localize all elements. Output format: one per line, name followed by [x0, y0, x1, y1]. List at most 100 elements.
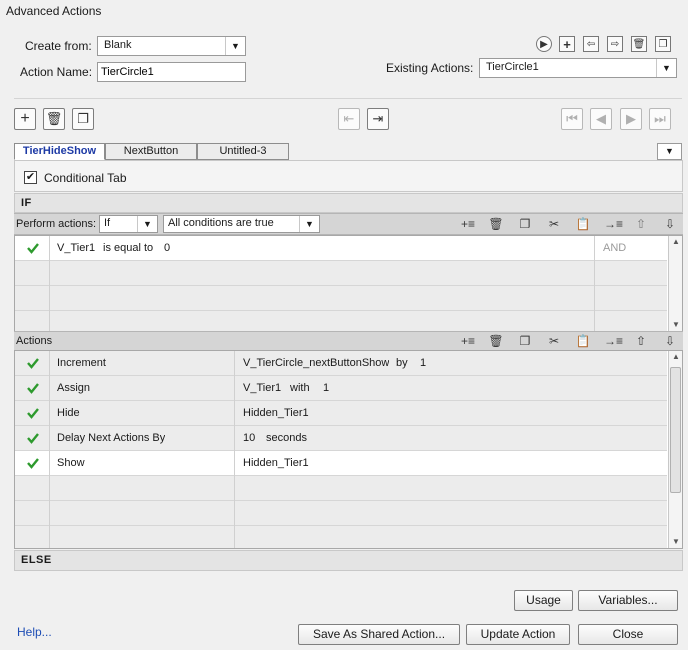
condition-value: 0 — [164, 242, 171, 254]
conditions-dropdown[interactable]: All conditions are true ▼ — [163, 215, 320, 233]
add-action-icon[interactable]: + — [559, 36, 575, 52]
check-icon — [27, 358, 39, 369]
existing-actions-value: TierCircle1 — [486, 61, 539, 73]
table-row[interactable] — [15, 311, 667, 332]
export-icon[interactable]: ⇨ — [607, 36, 623, 52]
delete-action-row-icon[interactable]: 🗑 — [488, 333, 504, 349]
close-button[interactable]: Close — [578, 624, 678, 645]
save-as-shared-action-button[interactable]: Save As Shared Action... — [298, 624, 460, 645]
cut-action-icon[interactable]: ✂ — [546, 333, 562, 349]
variables-button[interactable]: Variables... — [578, 590, 678, 611]
table-row[interactable]: Assign V_Tier1 with 1 — [15, 376, 667, 401]
tab-untitled-3[interactable]: Untitled-3 — [197, 143, 289, 160]
create-from-value: Blank — [104, 39, 132, 51]
move-tab-right-icon[interactable]: ⇥ — [367, 108, 389, 130]
divider — [14, 98, 682, 99]
table-row[interactable] — [15, 286, 667, 311]
else-label: ELSE — [21, 554, 52, 566]
table-row[interactable] — [15, 501, 667, 526]
action-target: V_Tier1 — [243, 382, 282, 394]
usage-button[interactable]: Usage — [514, 590, 573, 611]
previous-tab-icon[interactable]: ◀ — [590, 108, 612, 130]
import-icon[interactable]: ⇦ — [583, 36, 599, 52]
actions-bar: Actions +≡ 🗑 ❐ ✂ 📋 →≡ ⇧ ⇩ — [14, 331, 683, 351]
table-row[interactable]: Delay Next Actions By 10 seconds — [15, 426, 667, 451]
help-link[interactable]: Help... — [17, 625, 52, 639]
delete-tab-icon[interactable]: 🗑 — [43, 108, 65, 130]
action-target: Hidden_Tier1 — [243, 407, 309, 419]
action-name-field[interactable] — [97, 62, 246, 82]
column-divider — [49, 351, 50, 548]
insert-row-icon[interactable]: →≡ — [604, 216, 623, 232]
action-target: V_TierCircle_nextButtonShow — [243, 357, 390, 369]
move-tab-left-icon[interactable]: ⇤ — [338, 108, 360, 130]
scroll-down-icon[interactable]: ▼ — [669, 536, 683, 548]
perform-actions-label: Perform actions: — [16, 218, 97, 230]
table-row[interactable] — [15, 476, 667, 501]
update-action-button[interactable]: Update Action — [466, 624, 570, 645]
tab-tierhideshow[interactable]: TierHideShow — [14, 143, 105, 160]
table-row[interactable]: Hide Hidden_Tier1 — [15, 401, 667, 426]
condition-operator: is equal to — [103, 242, 154, 254]
conditional-tab-area: ✔ Conditional Tab — [14, 160, 683, 192]
move-action-down-icon[interactable]: ⇩ — [662, 333, 678, 349]
insert-action-icon[interactable]: +≡ — [460, 333, 476, 349]
scroll-thumb[interactable] — [670, 367, 681, 493]
check-icon — [27, 243, 39, 254]
actions-scrollbar[interactable]: ▲ ▼ — [668, 351, 682, 548]
add-tab-icon[interactable]: + — [14, 108, 36, 130]
chevron-down-icon: ▼ — [137, 216, 157, 232]
chevron-down-icon: ▼ — [225, 37, 245, 55]
if-label: IF — [21, 197, 32, 209]
window-title: Advanced Actions — [6, 4, 102, 18]
table-row[interactable]: Increment V_TierCircle_nextButtonShow by… — [15, 351, 667, 376]
insert-condition-icon[interactable]: +≡ — [460, 216, 476, 232]
preview-play-icon[interactable]: ▶ — [536, 36, 552, 52]
condition-logic: AND — [603, 242, 627, 254]
move-down-icon[interactable]: ⇩ — [662, 216, 678, 232]
conditions-scrollbar[interactable]: ▲ ▼ — [668, 236, 682, 331]
existing-actions-dropdown[interactable]: TierCircle1 ▼ — [479, 58, 677, 78]
delete-action-icon[interactable]: 🗑 — [631, 36, 647, 52]
delete-condition-icon[interactable]: 🗑 — [488, 216, 504, 232]
duplicate-action-icon[interactable]: ❐ — [655, 36, 671, 52]
action-name: Hide — [57, 407, 80, 419]
paste-action-icon[interactable]: 📋 — [575, 333, 591, 349]
check-icon — [27, 458, 39, 469]
cut-condition-icon[interactable]: ✂ — [546, 216, 562, 232]
last-tab-icon[interactable]: ⏭ — [649, 108, 671, 130]
table-row[interactable]: Show Hidden_Tier1 — [15, 451, 667, 476]
table-row[interactable] — [15, 261, 667, 286]
copy-tab-icon[interactable]: ❐ — [72, 108, 94, 130]
scroll-down-icon[interactable]: ▼ — [669, 319, 683, 331]
conditional-tab-checkbox[interactable]: ✔ — [24, 171, 37, 184]
existing-actions-label: Existing Actions: — [386, 61, 474, 75]
action-value: 1 — [420, 357, 427, 369]
perform-dropdown[interactable]: If ▼ — [99, 215, 158, 233]
tab-nextbutton[interactable]: NextButton — [105, 143, 197, 160]
chevron-down-icon: ▼ — [656, 59, 676, 77]
insert-action-row-icon[interactable]: →≡ — [604, 333, 623, 349]
else-header[interactable]: ELSE — [14, 550, 683, 571]
move-up-icon[interactable]: ⇧ — [633, 216, 649, 232]
action-mid: with — [290, 382, 310, 394]
check-icon — [27, 408, 39, 419]
scroll-up-icon[interactable]: ▲ — [669, 236, 683, 248]
scroll-up-icon[interactable]: ▲ — [669, 351, 683, 363]
action-value: 1 — [323, 382, 330, 394]
action-mid: seconds — [266, 432, 307, 444]
move-action-up-icon[interactable]: ⇧ — [633, 333, 649, 349]
table-row[interactable]: V_Tier1 is equal to 0 AND — [15, 236, 667, 261]
copy-condition-icon[interactable]: ❐ — [517, 216, 533, 232]
chevron-down-icon: ▼ — [665, 146, 674, 156]
copy-action-icon[interactable]: ❐ — [517, 333, 533, 349]
paste-condition-icon[interactable]: 📋 — [575, 216, 591, 232]
tabs-overflow-dropdown[interactable]: ▼ — [657, 143, 682, 160]
create-from-dropdown[interactable]: Blank ▼ — [97, 36, 246, 56]
table-row[interactable] — [15, 526, 667, 548]
actions-label: Actions — [16, 335, 53, 347]
check-icon — [27, 433, 39, 444]
action-name: Assign — [57, 382, 91, 394]
first-tab-icon[interactable]: ⏮ — [561, 108, 583, 130]
next-tab-icon[interactable]: ▶ — [620, 108, 642, 130]
